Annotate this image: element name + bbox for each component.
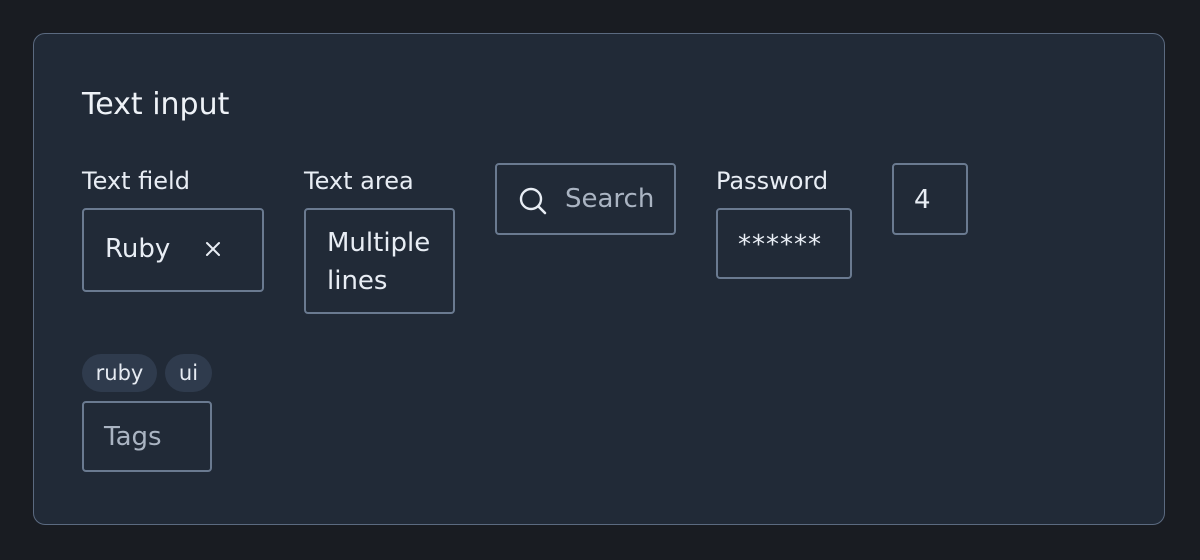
section-title: Text input [82, 87, 230, 122]
number-field[interactable]: 4 [892, 163, 968, 235]
tags-placeholder[interactable]: Tags [104, 418, 162, 456]
tag-chip[interactable]: ruby [82, 354, 157, 392]
password-value[interactable]: ****** [738, 226, 822, 264]
password-label: Password [716, 167, 829, 195]
tags-input[interactable]: Tags [82, 401, 212, 472]
text-field[interactable]: Ruby [82, 208, 264, 292]
search-placeholder[interactable]: Search [565, 180, 654, 218]
text-area-line-2[interactable]: lines [327, 262, 387, 300]
text-area-line-1[interactable]: Multiple [327, 224, 430, 262]
close-icon[interactable] [204, 240, 222, 258]
number-value[interactable]: 4 [914, 181, 931, 219]
tag-chip[interactable]: ui [165, 354, 212, 392]
text-field-value[interactable]: Ruby [105, 230, 170, 268]
password-field[interactable]: ****** [716, 208, 852, 279]
text-area[interactable]: Multiple lines [304, 208, 455, 314]
search-icon [518, 186, 548, 216]
search-input[interactable]: Search [495, 163, 676, 235]
text-field-label: Text field [82, 167, 190, 195]
text-area-label: Text area [304, 167, 414, 195]
